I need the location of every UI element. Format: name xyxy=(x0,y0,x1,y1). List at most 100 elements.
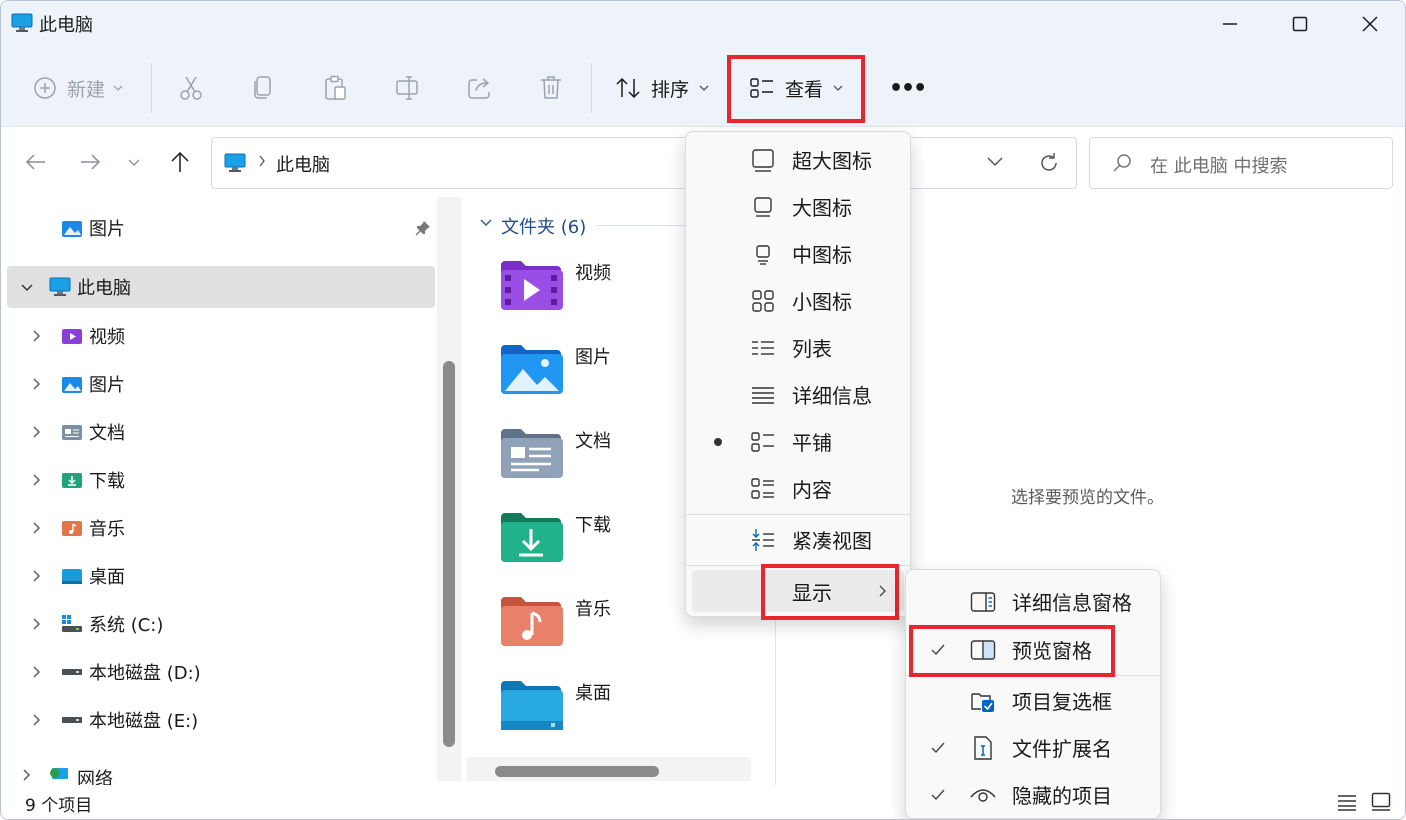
folder-label: 文档 xyxy=(575,431,611,452)
chevron-right-icon[interactable] xyxy=(29,664,45,680)
nav-item-documents[interactable]: 文档 xyxy=(7,411,435,453)
paste-button[interactable] xyxy=(323,65,347,111)
chevron-right-icon[interactable] xyxy=(29,520,45,536)
refresh-icon[interactable] xyxy=(1038,152,1060,174)
menu-item-extra-large-icons[interactable]: 超大图标 xyxy=(686,136,910,183)
show-submenu: 详细信息窗格 预览窗格 项目复选框 文件扩展名 隐藏的项目 xyxy=(905,569,1161,819)
content-scrollbar-thumb[interactable] xyxy=(495,766,659,777)
sort-button[interactable]: 排序 xyxy=(615,65,709,111)
nav-item-drive-e[interactable]: 本地磁盘 (E:) xyxy=(7,699,435,741)
folder-tile-downloads[interactable]: 下载 xyxy=(499,507,699,577)
scissors-icon xyxy=(179,75,203,101)
delete-button[interactable] xyxy=(539,65,563,111)
nav-item-network[interactable]: 网络 xyxy=(7,757,435,785)
more-options-button[interactable]: ••• xyxy=(889,65,927,111)
this-pc-icon xyxy=(224,153,246,173)
menu-label: 项目复选框 xyxy=(1012,690,1112,714)
nav-item-downloads[interactable]: 下载 xyxy=(7,459,435,501)
large-icons-view-icon[interactable] xyxy=(1371,792,1391,812)
folder-tile-videos[interactable]: 视频 xyxy=(499,255,699,325)
hidden-items-icon xyxy=(970,782,996,808)
menu-label: 小图标 xyxy=(792,290,852,314)
submenu-item-details-pane[interactable]: 详细信息窗格 xyxy=(906,578,1160,625)
desktop-folder-icon xyxy=(61,566,83,586)
folder-tile-desktop[interactable]: 桌面 xyxy=(499,675,699,745)
extra-large-icons-icon xyxy=(750,147,776,173)
maximize-button[interactable] xyxy=(1265,1,1335,47)
search-input[interactable]: 在 此电脑 中搜索 xyxy=(1150,152,1287,178)
menu-label: 平铺 xyxy=(792,431,832,455)
menu-item-list[interactable]: 列表 xyxy=(686,324,910,371)
search-box[interactable]: 在 此电脑 中搜索 xyxy=(1089,137,1393,189)
nav-scrollbar-thumb[interactable] xyxy=(443,361,455,747)
menu-item-medium-icons[interactable]: 中图标 xyxy=(686,230,910,277)
breadcrumb-this-pc[interactable]: 此电脑 xyxy=(276,151,330,177)
network-icon xyxy=(49,767,71,785)
details-icon xyxy=(750,382,776,408)
nav-label: 网络 xyxy=(77,769,113,785)
folder-tile-music[interactable]: 音乐 xyxy=(499,591,699,661)
share-icon xyxy=(467,75,493,101)
menu-label: 列表 xyxy=(792,337,832,361)
nav-item-drive-d[interactable]: 本地磁盘 (D:) xyxy=(7,651,435,693)
menu-item-tiles[interactable]: 平铺 xyxy=(686,418,910,465)
chevron-right-icon[interactable] xyxy=(29,328,45,344)
back-button[interactable] xyxy=(19,145,53,179)
submenu-item-file-extensions[interactable]: 文件扩展名 xyxy=(906,724,1160,771)
share-button[interactable] xyxy=(467,65,493,111)
minimize-button[interactable] xyxy=(1195,1,1265,47)
view-button-highlight xyxy=(727,55,865,123)
nav-this-pc[interactable]: 此电脑 xyxy=(7,266,435,308)
up-button[interactable] xyxy=(163,145,197,179)
downloads-folder-icon xyxy=(61,470,83,490)
close-button[interactable] xyxy=(1335,1,1405,47)
details-view-icon[interactable] xyxy=(1337,793,1357,811)
menu-item-content[interactable]: 内容 xyxy=(686,465,910,512)
cut-button[interactable] xyxy=(179,65,203,111)
documents-folder-icon xyxy=(61,422,83,442)
menu-item-small-icons[interactable]: 小图标 xyxy=(686,277,910,324)
nav-item-videos[interactable]: 视频 xyxy=(7,315,435,357)
quick-access-pictures[interactable]: 图片 xyxy=(7,207,435,249)
this-pc-icon xyxy=(49,277,71,297)
address-history-chevron-icon[interactable] xyxy=(986,156,1004,168)
menu-item-large-icons[interactable]: 大图标 xyxy=(686,183,910,230)
chevron-down-icon[interactable] xyxy=(19,280,35,296)
preview-pane-highlight xyxy=(909,625,1115,677)
address-bar[interactable]: 此电脑 xyxy=(211,137,1077,189)
selected-bullet-icon xyxy=(714,437,722,446)
chevron-right-icon[interactable] xyxy=(29,568,45,584)
chevron-right-icon[interactable] xyxy=(29,424,45,440)
nav-item-desktop[interactable]: 桌面 xyxy=(7,555,435,597)
submenu-item-item-checkboxes[interactable]: 项目复选框 xyxy=(906,677,1160,724)
view-menu: 超大图标 大图标 中图标 小图标 列表 详细信息 平铺 内容 紧凑视图 显示 xyxy=(685,131,911,617)
sort-arrows-icon xyxy=(615,76,641,100)
chevron-right-icon[interactable] xyxy=(29,712,45,728)
submenu-item-hidden-items[interactable]: 隐藏的项目 xyxy=(906,771,1160,818)
search-icon xyxy=(1112,153,1132,173)
chevron-right-icon[interactable] xyxy=(19,767,35,783)
group-collapse-chevron-icon[interactable] xyxy=(479,217,493,229)
group-header[interactable]: 文件夹 (6) xyxy=(501,213,586,239)
chevron-right-icon[interactable] xyxy=(29,616,45,632)
nav-item-music[interactable]: 音乐 xyxy=(7,507,435,549)
recent-locations-button[interactable] xyxy=(117,145,151,179)
menu-item-details[interactable]: 详细信息 xyxy=(686,371,910,418)
menu-label: 隐藏的项目 xyxy=(1012,784,1112,808)
nav-item-pictures[interactable]: 图片 xyxy=(7,363,435,405)
folder-label: 音乐 xyxy=(575,599,611,620)
copy-button[interactable] xyxy=(251,65,275,111)
folder-tile-pictures[interactable]: 图片 xyxy=(499,339,699,409)
nav-item-drive-c[interactable]: 系统 (C:) xyxy=(7,603,435,645)
rename-button[interactable] xyxy=(395,65,421,111)
desktop-folder-icon xyxy=(499,677,563,731)
menu-item-compact-view[interactable]: 紧凑视图 xyxy=(686,516,910,563)
nav-label: 系统 (C:) xyxy=(89,615,164,636)
pin-icon[interactable] xyxy=(415,220,431,236)
new-label: 新建 xyxy=(67,78,106,101)
chevron-right-icon[interactable] xyxy=(29,472,45,488)
forward-button[interactable] xyxy=(73,145,107,179)
chevron-right-icon[interactable] xyxy=(29,376,45,392)
folder-tile-documents[interactable]: 文档 xyxy=(499,423,699,493)
new-button[interactable]: 新建 xyxy=(33,65,123,111)
